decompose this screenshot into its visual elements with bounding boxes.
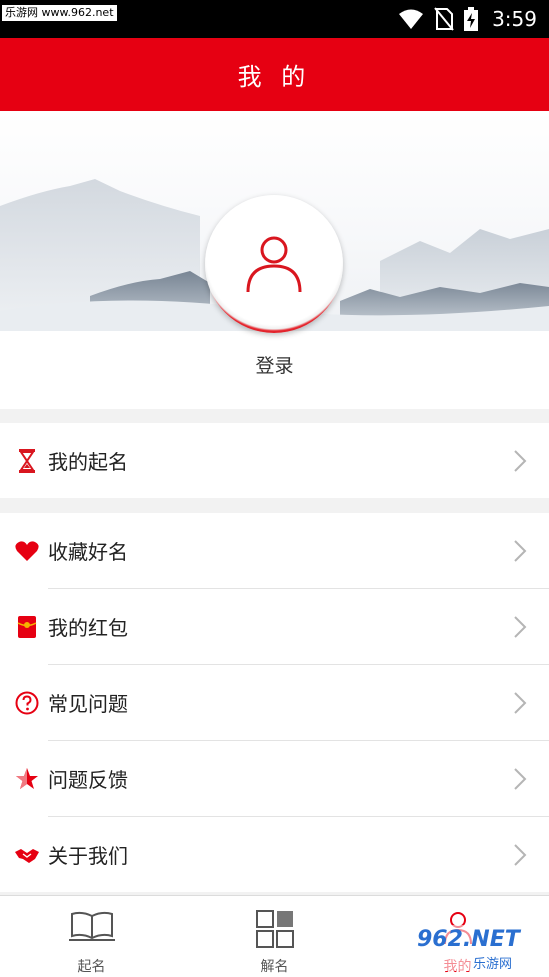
profile-area: 登录	[0, 331, 549, 409]
tab-label: 解名	[260, 959, 289, 975]
star-icon	[14, 766, 40, 792]
menu-item-label: 常见问题	[48, 692, 128, 716]
book-icon	[68, 911, 115, 941]
menu-item-label: 问题反馈	[48, 768, 128, 792]
avatar[interactable]	[205, 195, 343, 333]
clock: 3:59	[492, 7, 537, 31]
battery-charging-icon	[464, 7, 479, 31]
menu-item-my-naming[interactable]: 我的起名	[0, 423, 549, 498]
watermark-logo: 962.NET 乐游网	[413, 925, 543, 972]
watermark-subtext: 乐游网	[473, 957, 513, 972]
heart-icon	[14, 538, 40, 564]
red-envelope-icon	[14, 614, 40, 640]
user-icon	[246, 236, 302, 293]
menu-item-label: 我的红包	[48, 616, 128, 640]
menu-item-red-envelope[interactable]: 我的红包	[0, 589, 549, 664]
login-link[interactable]: 登录	[0, 351, 549, 378]
tab-naming[interactable]: 起名	[0, 896, 183, 977]
menu-group-2: 收藏好名 我的红包 常见问题 问题反馈 关于我们	[0, 513, 549, 892]
menu-item-label: 关于我们	[48, 844, 128, 868]
watermark-text: 962.NET	[417, 927, 520, 952]
menu-item-faq[interactable]: 常见问题	[0, 665, 549, 740]
tab-interpret[interactable]: 解名	[183, 896, 366, 977]
no-sim-icon	[434, 7, 454, 31]
wifi-icon	[399, 9, 424, 29]
chevron-right-icon	[514, 767, 527, 790]
hourglass-icon	[14, 448, 40, 474]
status-bar: 乐游网 www.962.net 3:59	[0, 0, 549, 38]
chevron-right-icon	[514, 691, 527, 714]
watermark-label: 乐游网 www.962.net	[2, 5, 117, 21]
page-title: 我 的	[0, 38, 549, 111]
menu-item-feedback[interactable]: 问题反馈	[0, 741, 549, 816]
chevron-right-icon	[514, 843, 527, 866]
handshake-icon	[14, 842, 40, 868]
menu-group-1: 我的起名	[0, 423, 549, 498]
menu-item-favorites[interactable]: 收藏好名	[0, 513, 549, 588]
grid-icon	[255, 910, 294, 948]
chevron-right-icon	[514, 539, 527, 562]
chevron-right-icon	[514, 615, 527, 638]
tab-label: 起名	[77, 959, 106, 975]
menu-item-label: 收藏好名	[48, 540, 128, 564]
menu-item-about[interactable]: 关于我们	[0, 817, 549, 892]
chevron-right-icon	[514, 449, 527, 472]
menu-item-label: 我的起名	[48, 450, 128, 474]
question-icon	[14, 690, 40, 716]
